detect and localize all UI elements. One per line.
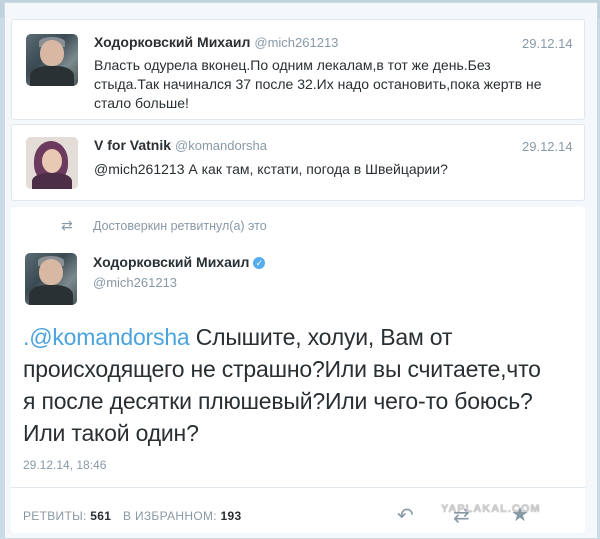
favorite-stats[interactable]: В ИЗБРАННОМ: 193 (123, 509, 241, 523)
tweet-timestamp[interactable]: 29.12.14, 18:46 (23, 458, 106, 472)
tweet-text-line: Или такой один? (23, 420, 199, 446)
tweet-text-line: я после десятки плюшевый?Или чего-то бою… (23, 388, 533, 414)
tweet-date[interactable]: 29.12.14 (522, 139, 573, 154)
retweet-icon: ⇄ (61, 217, 73, 233)
verified-icon: ✓ (253, 257, 266, 270)
main-tweet-card: ⇄ Достоверкин ретвитнул(а) это Ходорковс… (11, 207, 585, 533)
author-name[interactable]: Ходорковский Михаил @mich261213 (94, 34, 338, 50)
retweet-notice[interactable]: Достоверкин ретвитнул(а) это (93, 219, 267, 233)
author-handle[interactable]: @mich261213 (93, 275, 177, 290)
divider (11, 487, 585, 488)
author-handle[interactable]: @mich261213 (254, 35, 338, 50)
tweet-conversation: Ходорковский Михаил @mich261213 29.12.14 … (4, 2, 598, 539)
avatar[interactable] (25, 253, 77, 305)
retweet-count: 561 (90, 509, 112, 523)
favorite-count: 193 (220, 509, 242, 523)
tweet-text-line: стыда.Так начинался 37 после 32.Их надо … (94, 76, 542, 92)
tweet-date[interactable]: 29.12.14 (522, 36, 573, 51)
tweet-text-line: стало больше! (94, 95, 189, 111)
avatar[interactable] (26, 34, 78, 86)
tweet-card[interactable]: Ходорковский Михаил @mich261213 29.12.14 … (11, 19, 585, 120)
tweet-card[interactable]: V for Vatnik @komandorsha 29.12.14 @mich2… (11, 124, 585, 201)
tweet-text: .@komandorsha Слышите, холуи, Вам от про… (23, 321, 579, 449)
author-name[interactable]: V for Vatnik @komandorsha (94, 137, 267, 153)
tweet-text-line: .@komandorsha Слышите, холуи, Вам от (23, 324, 453, 350)
mention-link[interactable]: .@komandorsha (23, 324, 190, 350)
watermark: YAPLAKAL.COM (441, 503, 541, 515)
tweet-text-line: происходящего не страшно?Или вы считаете… (23, 356, 541, 382)
avatar[interactable] (26, 137, 78, 189)
author-handle[interactable]: @komandorsha (175, 138, 267, 153)
tweet-text-line: Власть одурела вконец.По одним лекалам,в… (94, 57, 491, 73)
tweet-text: Власть одурела вконец.По одним лекалам,в… (94, 56, 574, 113)
author-name[interactable]: Ходорковский Михаил ✓ (93, 254, 266, 270)
tweet-text: @mich261213 А как там, кстати, погода в … (94, 161, 448, 177)
reply-icon[interactable]: ↶ (397, 503, 414, 528)
retweet-stats[interactable]: РЕТВИТЫ: 561 (23, 509, 111, 523)
